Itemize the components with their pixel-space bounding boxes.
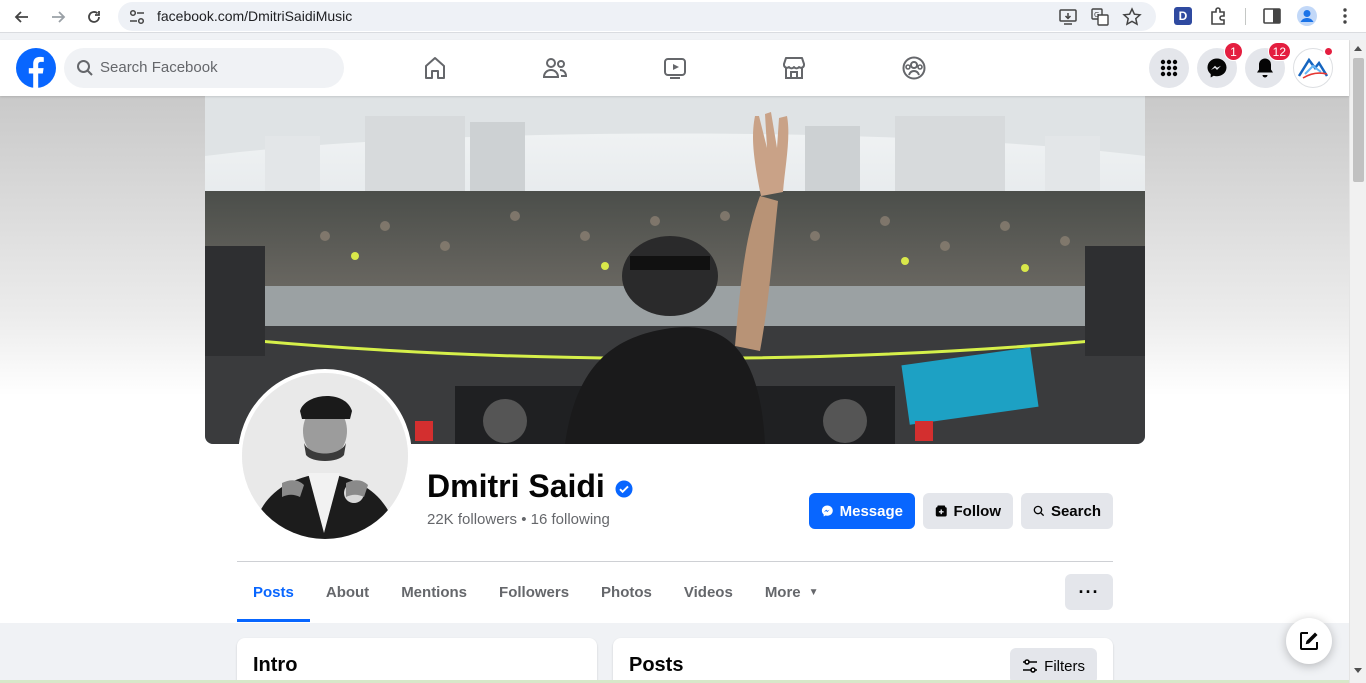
profile-name-row: Dmitri Saidi [427, 468, 633, 505]
filters-button[interactable]: Filters [1010, 648, 1097, 683]
profile-tabs: Posts About Mentions Followers Photos Vi… [237, 566, 835, 622]
account-alert-dot [1323, 46, 1334, 57]
search-label: Search [1050, 502, 1101, 520]
account-avatar[interactable] [1293, 46, 1334, 88]
tab-more[interactable]: More ▼ [749, 566, 835, 618]
posts-title: Posts [629, 654, 684, 676]
tab-about[interactable]: About [310, 566, 385, 618]
facebook-search-input[interactable]: Search Facebook [64, 48, 344, 88]
tab-label: About [325, 583, 370, 601]
follow-icon [935, 505, 947, 517]
facebook-header: Search Facebook 1 12 [0, 40, 1349, 96]
svg-text:G: G [1094, 11, 1099, 19]
back-icon[interactable] [9, 4, 35, 30]
messenger-icon [1207, 58, 1227, 78]
ellipsis-icon: ··· [1078, 581, 1100, 602]
profile-photo-image [242, 373, 408, 539]
extensions-puzzle-icon[interactable] [1208, 5, 1230, 27]
tab-label: Mentions [401, 583, 468, 601]
caret-down-icon: ▼ [808, 586, 819, 598]
extension-d-label: D [1174, 7, 1192, 25]
messenger-icon [821, 505, 833, 517]
profile-header: Dmitri Saidi 22K followers • 16 followin… [0, 96, 1349, 623]
groups-icon[interactable] [901, 55, 927, 81]
watch-video-icon[interactable] [662, 55, 688, 81]
browser-toolbar: facebook.com/DmitriSaidiMusic G D [0, 0, 1366, 33]
bookmark-star-icon[interactable] [1122, 7, 1142, 27]
profile-picture[interactable] [238, 369, 412, 543]
search-icon [77, 60, 93, 76]
scroll-up-icon[interactable] [1354, 46, 1362, 51]
friends-icon[interactable] [542, 55, 568, 81]
tab-posts[interactable]: Posts [237, 566, 310, 622]
search-placeholder: Search Facebook [100, 59, 218, 76]
reload-icon[interactable] [81, 4, 107, 30]
page-scrollbar[interactable] [1349, 40, 1366, 683]
menu-grid-button[interactable] [1149, 48, 1189, 88]
url-text[interactable]: facebook.com/DmitriSaidiMusic [157, 8, 352, 24]
scrollbar-thumb[interactable] [1353, 58, 1364, 182]
message-button[interactable]: Message [809, 493, 915, 529]
translate-icon[interactable]: G [1090, 7, 1110, 27]
notifications-button[interactable]: 12 [1245, 42, 1291, 88]
tab-label: Posts [253, 584, 294, 601]
verified-badge-icon[interactable] [615, 480, 633, 498]
intro-card: Intro [237, 638, 597, 683]
filters-label: Filters [1044, 657, 1085, 675]
grid-menu-icon [1160, 59, 1178, 77]
tab-label: Followers [499, 583, 570, 601]
follow-label: Follow [953, 502, 1002, 520]
scroll-down-icon[interactable] [1354, 668, 1362, 673]
follow-button[interactable]: Follow [923, 493, 1013, 529]
marketplace-icon[interactable] [781, 55, 807, 81]
site-info-icon[interactable] [128, 8, 146, 26]
messenger-badge: 1 [1224, 42, 1243, 61]
tab-followers[interactable]: Followers [483, 566, 585, 618]
tab-label: More [764, 583, 801, 601]
follower-stats[interactable]: 22K followers • 16 following [427, 511, 610, 528]
compose-icon [1300, 632, 1318, 650]
install-app-icon[interactable] [1058, 7, 1078, 27]
filters-icon [1023, 659, 1038, 673]
facebook-logo-icon[interactable] [16, 48, 56, 88]
tab-label: Videos [683, 583, 733, 601]
messenger-button[interactable]: 1 [1197, 42, 1243, 88]
profile-divider [237, 561, 1113, 562]
tab-mentions[interactable]: Mentions [385, 566, 483, 618]
profile-name: Dmitri Saidi [427, 468, 605, 504]
side-panel-icon[interactable] [1261, 5, 1283, 27]
chrome-menu-icon[interactable] [1334, 5, 1356, 27]
tab-photos[interactable]: Photos [585, 566, 668, 618]
profile-search-button[interactable]: Search [1021, 493, 1113, 529]
forward-icon[interactable] [45, 4, 71, 30]
tab-label: Photos [601, 583, 652, 601]
tab-videos[interactable]: Videos [668, 566, 749, 618]
home-icon[interactable] [422, 55, 448, 81]
message-label: Message [839, 502, 903, 520]
posts-card: Posts Filters [613, 638, 1113, 683]
toolbar-separator [1245, 8, 1246, 25]
bell-icon [1257, 58, 1273, 78]
address-bar[interactable]: facebook.com/DmitriSaidiMusic G [118, 2, 1156, 31]
notifications-badge: 12 [1267, 42, 1291, 61]
more-options-button[interactable]: ··· [1065, 574, 1113, 610]
search-icon [1033, 505, 1045, 517]
profile-avatar-icon[interactable] [1296, 5, 1318, 27]
intro-title: Intro [253, 654, 298, 676]
new-message-button[interactable] [1286, 618, 1332, 664]
extension-d-icon[interactable]: D [1172, 5, 1194, 27]
